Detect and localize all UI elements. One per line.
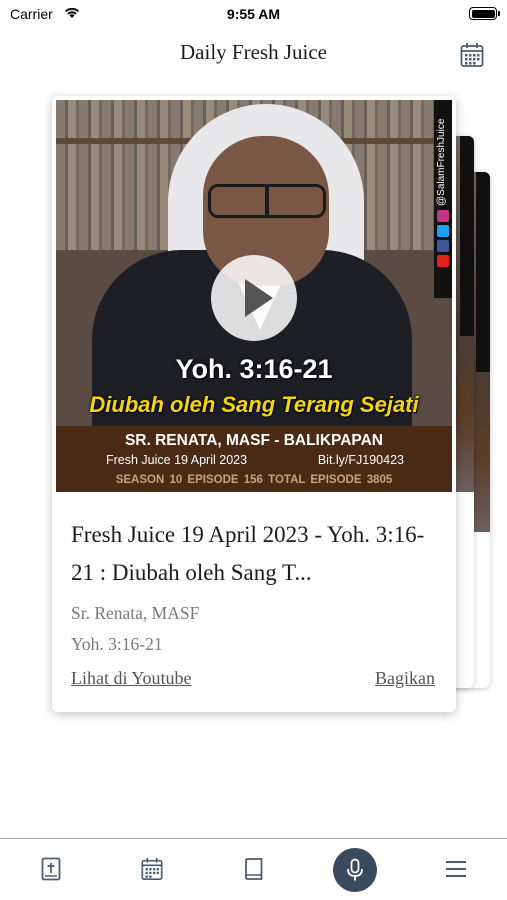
bible-icon [41,857,61,881]
glasses [208,184,326,218]
youtube-icon [437,255,449,267]
video-reference: Yoh. 3:16-21 [71,634,163,654]
thumbnail-subtitle: Diubah oleh Sang Terang Sejati [89,392,419,417]
status-bar: Carrier 9:55 AM [0,0,507,28]
menu-icon [446,861,466,877]
facebook-icon [437,240,449,252]
video-speaker: Sr. Renata, MASF [71,603,200,623]
play-button[interactable] [211,255,297,341]
tab-record[interactable] [333,848,377,892]
social-strip: @SalamFreshJuice [434,100,452,298]
video-title: Fresh Juice 19 April 2023 - Yoh. 3:16-21… [71,522,425,585]
thumbnail-episode-meta: SEASON 10 EPISODE 156 TOTAL EPISODE 3805 [115,474,393,486]
thumbnail-verse: Yoh. 3:16-21 [175,354,333,384]
status-time: 9:55 AM [226,6,281,22]
microphone-icon [347,858,363,881]
video-thumbnail[interactable]: @SalamFreshJuice Yoh. 3:16-21 Diubah ole… [56,100,452,492]
battery-icon [469,7,500,20]
social-handle: @SalamFreshJuice [436,118,447,206]
twitter-icon [437,225,449,237]
calendar-icon [141,857,163,880]
share-link[interactable]: Bagikan [375,668,435,689]
tab-bible[interactable] [29,847,73,891]
calendar-icon[interactable] [460,42,484,68]
thumbnail-link: Bit.ly/FJ190423 [317,453,404,467]
tab-menu[interactable] [434,847,478,891]
instagram-icon [437,210,449,222]
thumbnail-info-band: SR. RENATA, MASF - BALIKPAPAN Fresh Juic… [56,426,452,492]
thumbnail-speaker: SR. RENATA, MASF - BALIKPAPAN [124,432,384,449]
video-card[interactable]: @SalamFreshJuice Yoh. 3:16-21 Diubah ole… [52,96,456,712]
tab-calendar[interactable] [130,847,174,891]
tab-bar [0,838,507,900]
tab-book[interactable] [232,847,276,891]
social-icons [437,210,449,270]
youtube-link[interactable]: Lihat di Youtube [71,668,192,689]
page-title: Daily Fresh Juice [180,40,327,64]
book-icon [245,858,263,880]
thumbnail-date: Fresh Juice 19 April 2023 [106,453,248,467]
